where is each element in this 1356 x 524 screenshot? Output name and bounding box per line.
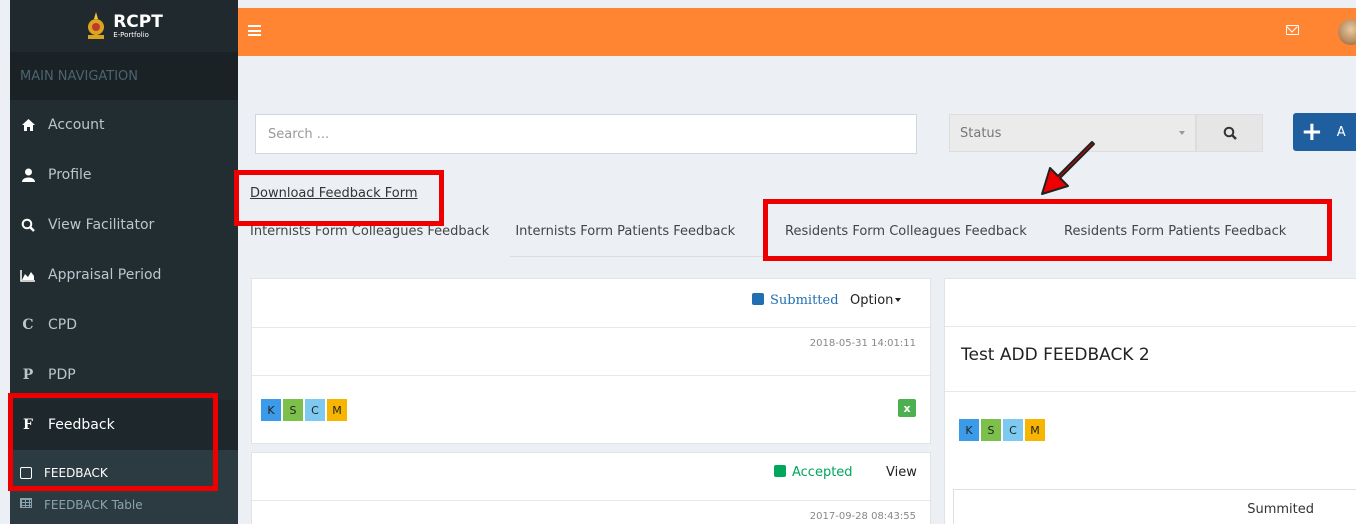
sidebar-item-label: Appraisal Period: [48, 267, 162, 283]
status-text: Accepted: [792, 465, 853, 480]
summary-panel: Summited: [953, 489, 1356, 524]
annotation-box-download: [234, 170, 444, 226]
tag-s: S: [283, 399, 303, 421]
form-tabs: Internists Form Colleagues Feedback Inte…: [250, 224, 1286, 239]
sidebar-item-view-facilitator[interactable]: View Facilitator: [10, 200, 238, 250]
plus-icon: +: [1301, 117, 1323, 147]
hamburger-menu-icon[interactable]: [248, 25, 261, 36]
tag-k: K: [959, 419, 979, 441]
annotation-box-residents-tabs: [763, 199, 1332, 261]
submenu-item-label: FEEDBACK Table: [44, 498, 143, 512]
tab-internists-colleagues[interactable]: Internists Form Colleagues Feedback: [250, 224, 489, 239]
status-badge: Accepted: [774, 465, 853, 480]
caret-down-icon: [895, 298, 902, 302]
tag-c: C: [305, 399, 325, 421]
annotation-box-feedback-menu: [8, 393, 218, 491]
sidebar-item-label: View Facilitator: [48, 217, 155, 233]
user-icon: [20, 167, 36, 183]
sidebar-item-profile[interactable]: Profile: [10, 150, 238, 200]
feedback-card: Accepted View 2017-09-28 08:43:55: [251, 452, 931, 524]
annotation-arrow-icon: [1041, 141, 1095, 195]
submenu-item-feedback-table[interactable]: FEEDBACK Table: [10, 496, 238, 524]
logo-title: RCPT: [113, 11, 163, 32]
tab-internists-patients[interactable]: Internists Form Patients Feedback: [515, 224, 735, 239]
tag-m: M: [327, 399, 347, 421]
timestamp: 2017-09-28 08:43:55: [809, 511, 916, 522]
feedback-detail-card: Test ADD FEEDBACK 2 K S C M Summited: [944, 278, 1356, 524]
sidebar-item-label: CPD: [48, 317, 77, 333]
p-letter-icon: P: [22, 367, 34, 383]
sidebar-item-account[interactable]: Account: [10, 100, 238, 150]
mail-icon[interactable]: [1286, 25, 1299, 35]
sidebar-item-label: Profile: [48, 167, 92, 183]
tag-c: C: [1003, 419, 1023, 441]
sidebar-item-appraisal-period[interactable]: Appraisal Period: [10, 250, 238, 300]
status-square-icon: [752, 293, 764, 305]
timestamp: 2018-05-31 14:01:11: [809, 338, 916, 349]
add-button[interactable]: + A: [1293, 113, 1356, 151]
top-navbar: [238, 8, 1356, 56]
status-select-value: Status: [960, 125, 1002, 141]
sidebar-item-cpd[interactable]: C CPD: [10, 300, 238, 350]
c-letter-icon: C: [22, 317, 34, 333]
home-icon: [20, 117, 36, 133]
view-button[interactable]: View: [886, 465, 917, 480]
area-chart-icon: [20, 267, 36, 283]
search-placeholder: Search ...: [268, 126, 330, 142]
option-dropdown[interactable]: Option: [850, 293, 902, 308]
tag-k: K: [261, 399, 281, 421]
option-label: Option: [850, 293, 894, 308]
sidebar-item-label: PDP: [48, 367, 76, 383]
avatar[interactable]: [1338, 19, 1356, 45]
competency-tags: K S C M: [261, 399, 349, 421]
search-input[interactable]: Search ...: [255, 114, 917, 154]
detail-title: Test ADD FEEDBACK 2: [961, 345, 1150, 365]
status-square-icon: [774, 465, 786, 477]
nav-header: MAIN NAVIGATION: [10, 52, 238, 100]
summary-label: Summited: [1247, 502, 1314, 517]
detail-card-header: [945, 279, 1356, 327]
feedback-card: Submitted Option 2018-05-31 14:01:11 K S…: [251, 278, 931, 444]
logo-subtitle: E-Portfolio: [113, 30, 149, 39]
add-button-label: A: [1336, 124, 1346, 140]
app-root: RCPT E-Portfolio MAIN NAVIGATION Account…: [0, 0, 1356, 524]
chevron-down-icon: [1179, 131, 1185, 135]
search-icon: [1223, 126, 1237, 140]
status-text: Submitted: [770, 293, 839, 308]
rcpt-emblem-icon: [85, 11, 107, 41]
status-badge: Submitted: [752, 293, 839, 308]
tag-s: S: [981, 419, 1001, 441]
excel-export-icon[interactable]: x: [898, 399, 916, 417]
competency-tags: K S C M: [959, 419, 1047, 441]
sidebar-item-label: Account: [48, 117, 105, 133]
logo[interactable]: RCPT E-Portfolio: [10, 0, 238, 52]
search-button[interactable]: [1196, 114, 1263, 152]
table-icon: [20, 498, 32, 508]
search-icon: [20, 217, 36, 233]
tag-m: M: [1025, 419, 1045, 441]
